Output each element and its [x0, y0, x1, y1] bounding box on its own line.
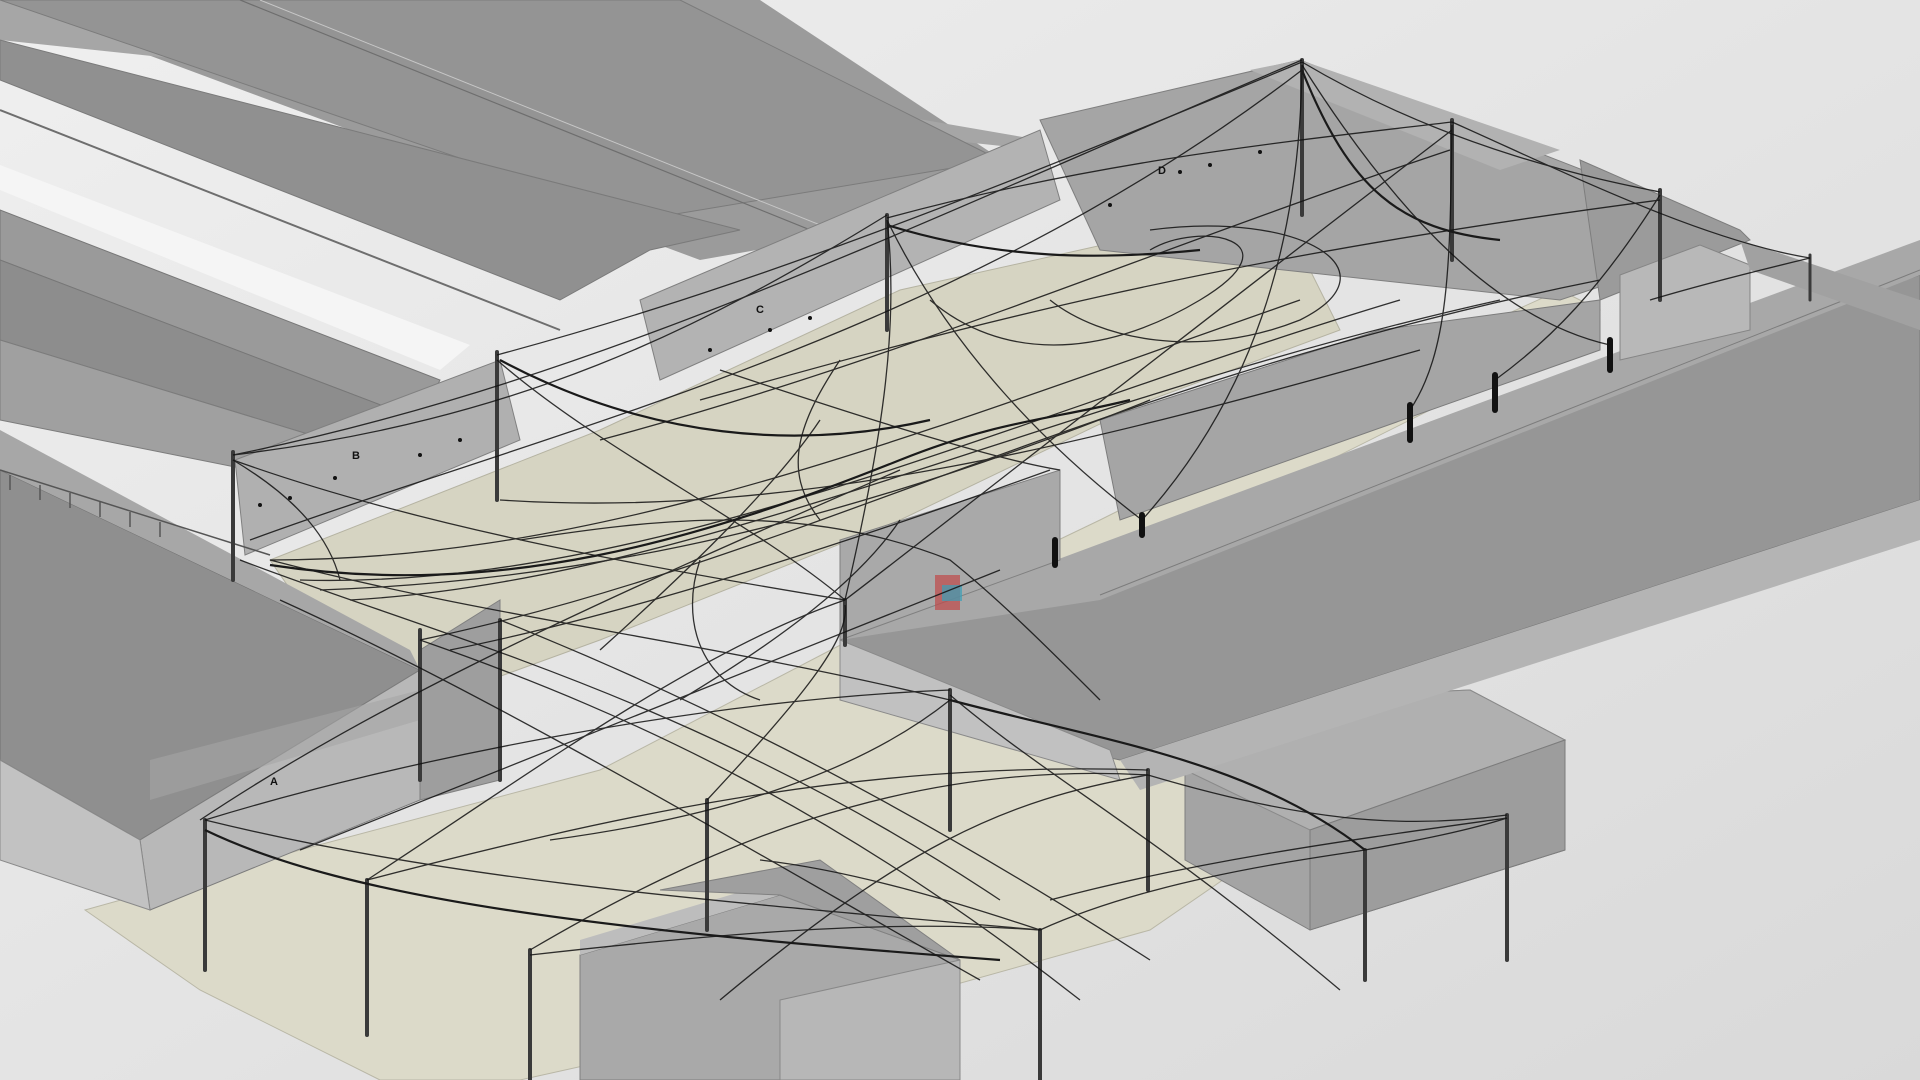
blue-element	[942, 585, 962, 601]
hall-c-label: C	[756, 304, 764, 316]
hall-a-label: A	[270, 776, 278, 788]
hall-b-label: B	[352, 450, 360, 462]
architectural-3d-viewport[interactable]: A B C D	[0, 0, 1920, 1080]
